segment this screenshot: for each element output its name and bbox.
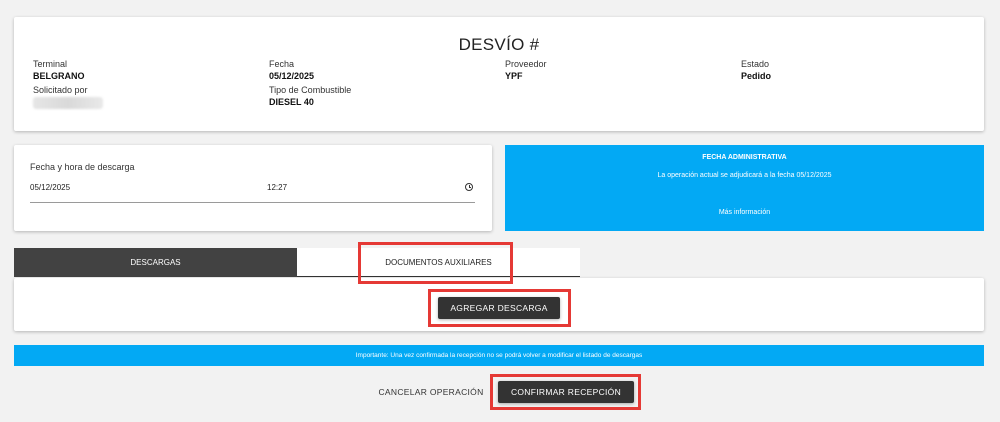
add-descarga-button[interactable]: AGREGAR DESCARGA [438,297,560,319]
order-header-card: DESVÍO # Terminal BELGRANO Solicitado po… [14,17,984,131]
descarga-datetime-label: Fecha y hora de descarga [30,162,135,172]
date-input[interactable]: 05/12/2025 [30,183,270,203]
admin-date-card: FECHA ADMINISTRATIVA La operación actual… [505,145,984,231]
terminal-value: BELGRANO [33,71,85,81]
tab-documentos-auxiliares[interactable]: DOCUMENTOS AUXILIARES [297,248,580,277]
combustible-label: Tipo de Combustible [269,85,352,95]
admin-date-text: La operación actual se adjudicará a la f… [657,172,832,179]
tabs: DESCARGAS DOCUMENTOS AUXILIARES [14,248,580,277]
page-title: DESVÍO # [458,35,540,54]
combustible-value: DIESEL 40 [269,97,314,107]
clock-icon[interactable] [465,183,473,191]
descarga-datetime-card: Fecha y hora de descarga 05/12/2025 12:2… [14,145,492,231]
terminal-label: Terminal [33,59,68,69]
proveedor-label: Proveedor [505,59,547,69]
fecha-label: Fecha [269,59,295,69]
admin-date-title: FECHA ADMINISTRATIVA [702,154,787,161]
time-input[interactable]: 12:27 [267,183,475,203]
descargas-panel: AGREGAR DESCARGA [14,278,984,331]
confirm-reception-button[interactable]: CONFIRMAR RECEPCIÓN [498,381,634,403]
estado-value: Pedido [741,71,772,81]
tab-descargas[interactable]: DESCARGAS [14,248,297,277]
date-input-value: 05/12/2025 [30,183,71,192]
time-input-value: 12:27 [267,183,288,192]
proveedor-value: YPF [505,71,523,81]
more-info-link[interactable]: Más información [505,209,984,216]
cancel-operation-button[interactable]: CANCELAR OPERACIÓN [370,382,492,402]
estado-label: Estado [741,59,770,69]
solicitado-label: Solicitado por [33,85,88,95]
fecha-value: 05/12/2025 [269,71,315,81]
important-notice-bar: Importante: Una vez confirmada la recepc… [14,345,984,366]
solicitado-value-redacted [33,97,103,109]
